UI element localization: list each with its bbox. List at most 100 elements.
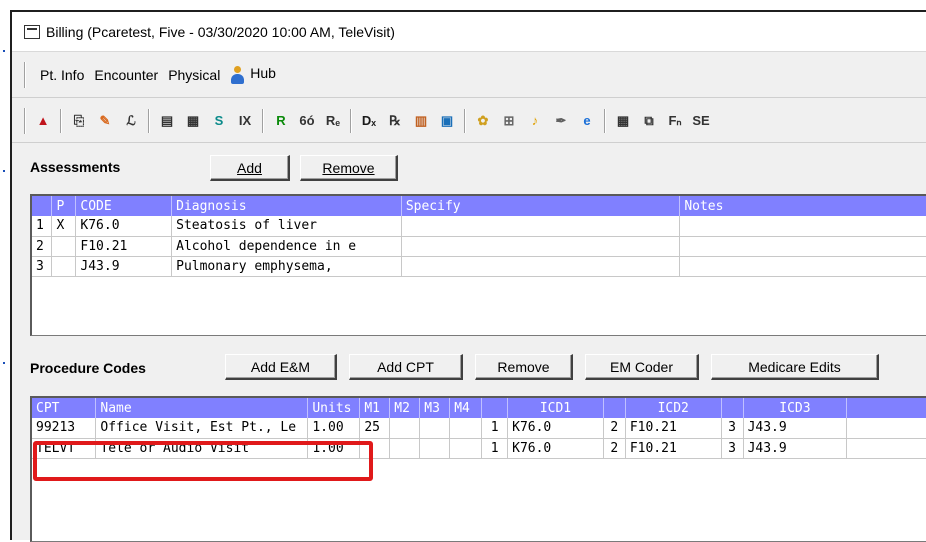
- alert-icon[interactable]: ▲: [34, 112, 52, 130]
- cell-m3[interactable]: [419, 418, 451, 439]
- row-specify[interactable]: [401, 236, 681, 257]
- fn-icon[interactable]: Fₙ: [666, 112, 684, 130]
- col-header-name[interactable]: Name: [95, 398, 309, 418]
- cell-m4[interactable]: [449, 418, 483, 439]
- col-header-specify[interactable]: Specify: [401, 196, 681, 216]
- row-specify[interactable]: [401, 256, 681, 277]
- dx-icon[interactable]: Dₓ: [360, 112, 378, 130]
- col-header-units[interactable]: Units: [307, 398, 361, 418]
- cell-icd1[interactable]: K76.0: [507, 438, 604, 459]
- col-header-icd1[interactable]: ICD1: [507, 398, 604, 418]
- add-em-button[interactable]: Add E&M: [225, 354, 337, 380]
- col-header-icd3[interactable]: ICD3: [743, 398, 848, 418]
- row-notes[interactable]: [679, 216, 926, 237]
- col-header-notes[interactable]: Notes: [679, 196, 926, 216]
- menu-pt-info[interactable]: Pt. Info: [38, 65, 86, 85]
- col-header-m3[interactable]: M3: [419, 398, 451, 418]
- col-header-num[interactable]: [32, 196, 53, 216]
- add-cpt-button[interactable]: Add CPT: [349, 354, 463, 380]
- cell-m2[interactable]: [389, 418, 421, 439]
- col-header-m1[interactable]: M1: [359, 398, 391, 418]
- se-icon[interactable]: SE: [692, 112, 710, 130]
- row-primary: [51, 236, 77, 257]
- cell-icd1[interactable]: K76.0: [507, 418, 604, 439]
- col-header-code[interactable]: CODE: [75, 196, 173, 216]
- calendar-icon[interactable]: ▦: [184, 112, 202, 130]
- cell-units[interactable]: 1.00: [307, 438, 361, 459]
- window-title: Billing (Pcaretest, Five - 03/30/2020 10…: [46, 23, 395, 40]
- cell-units[interactable]: 1.00: [307, 418, 361, 439]
- cell-n1: 1: [481, 418, 509, 439]
- col-header-extra[interactable]: [846, 398, 926, 418]
- col-header-diagnosis[interactable]: Diagnosis: [171, 196, 402, 216]
- toolbar-separator: [604, 108, 606, 133]
- procedures-table: CPT Name Units M1 M2 M3 M4 ICD1 ICD2 ICD…: [32, 398, 926, 459]
- rx-icon[interactable]: ℞: [386, 112, 404, 130]
- table-row[interactable]: 99213 Office Visit, Est Pt., Le 1.00 25 …: [32, 418, 926, 439]
- menu-hub[interactable]: Hub: [228, 63, 278, 85]
- col-header-icd2[interactable]: ICD2: [625, 398, 722, 418]
- row-primary: [51, 256, 77, 277]
- col-header-n3[interactable]: [721, 398, 744, 418]
- signature-icon[interactable]: ℒ: [122, 112, 140, 130]
- notes-icon[interactable]: ▦: [614, 112, 632, 130]
- table-row[interactable]: 1 X K76.0 Steatosis of liver: [32, 216, 926, 237]
- cell-icd3[interactable]: J43.9: [743, 418, 848, 439]
- eraser-icon[interactable]: ✎: [96, 112, 114, 130]
- monitor-icon[interactable]: ▣: [438, 112, 456, 130]
- robot-icon[interactable]: ⊞: [500, 112, 518, 130]
- col-header-cpt[interactable]: CPT: [32, 398, 97, 418]
- row-notes[interactable]: [679, 236, 926, 257]
- r-icon[interactable]: R: [272, 112, 290, 130]
- menu-hub-label: Hub: [250, 65, 276, 82]
- s-icon[interactable]: S: [210, 112, 228, 130]
- cell-m1[interactable]: [359, 438, 391, 459]
- cell-m2[interactable]: [389, 438, 421, 459]
- cell-icd2[interactable]: F10.21: [625, 418, 722, 439]
- row-code: F10.21: [75, 236, 173, 257]
- table-icon[interactable]: ▥: [412, 112, 430, 130]
- re-icon[interactable]: Rₑ: [324, 112, 342, 130]
- add-assessment-button[interactable]: Add: [210, 155, 290, 181]
- row-notes[interactable]: [679, 256, 926, 277]
- col-header-n1[interactable]: [481, 398, 509, 418]
- col-header-m2[interactable]: M2: [389, 398, 421, 418]
- table-row[interactable]: 2 F10.21 Alcohol dependence in e: [32, 236, 926, 257]
- assessments-grid[interactable]: P CODE Diagnosis Specify Notes 1 X K76.0…: [30, 194, 926, 336]
- ix-icon[interactable]: IX: [236, 112, 254, 130]
- lungs-icon[interactable]: ✿: [474, 112, 492, 130]
- col-header-p[interactable]: P: [51, 196, 77, 216]
- row-code: J43.9: [75, 256, 173, 277]
- syringe-icon[interactable]: ✒: [552, 112, 570, 130]
- copy-icon[interactable]: ⎘: [70, 112, 88, 130]
- procedure-codes-label: Procedure Codes: [30, 360, 146, 376]
- em-coder-button[interactable]: EM Coder: [585, 354, 699, 380]
- col-header-n2[interactable]: [603, 398, 626, 418]
- menu-encounter[interactable]: Encounter: [92, 65, 160, 85]
- menu-physical[interactable]: Physical: [166, 65, 222, 85]
- row-num: 3: [32, 256, 53, 277]
- cell-n1: 1: [481, 438, 509, 459]
- remove-procedure-button[interactable]: Remove: [475, 354, 573, 380]
- glasses-icon[interactable]: 6ó: [298, 112, 316, 130]
- ruler-dot: [3, 362, 5, 364]
- procedure-codes-grid[interactable]: CPT Name Units M1 M2 M3 M4 ICD1 ICD2 ICD…: [30, 396, 926, 542]
- row-specify[interactable]: [401, 216, 681, 237]
- cell-name: Tele or Audio Visit: [95, 438, 309, 459]
- medicare-edits-button[interactable]: Medicare Edits: [711, 354, 879, 380]
- col-header-m4[interactable]: M4: [449, 398, 483, 418]
- table-row[interactable]: 3 J43.9 Pulmonary emphysema,: [32, 256, 926, 277]
- form-icon[interactable]: ▤: [158, 112, 176, 130]
- row-num: 2: [32, 236, 53, 257]
- merge-icon[interactable]: ⧉: [640, 112, 658, 130]
- cell-icd2[interactable]: F10.21: [625, 438, 722, 459]
- cell-m1[interactable]: 25: [359, 418, 391, 439]
- cell-m3[interactable]: [419, 438, 451, 459]
- remove-assessment-button[interactable]: Remove: [300, 155, 398, 181]
- row-diagnosis: Steatosis of liver: [171, 216, 402, 237]
- cell-m4[interactable]: [449, 438, 483, 459]
- table-row[interactable]: TELVT Tele or Audio Visit 1.00 1 K76.0 2…: [32, 438, 926, 459]
- ie-icon[interactable]: e: [578, 112, 596, 130]
- cell-icd3[interactable]: J43.9: [743, 438, 848, 459]
- bell-icon[interactable]: ♪: [526, 112, 544, 130]
